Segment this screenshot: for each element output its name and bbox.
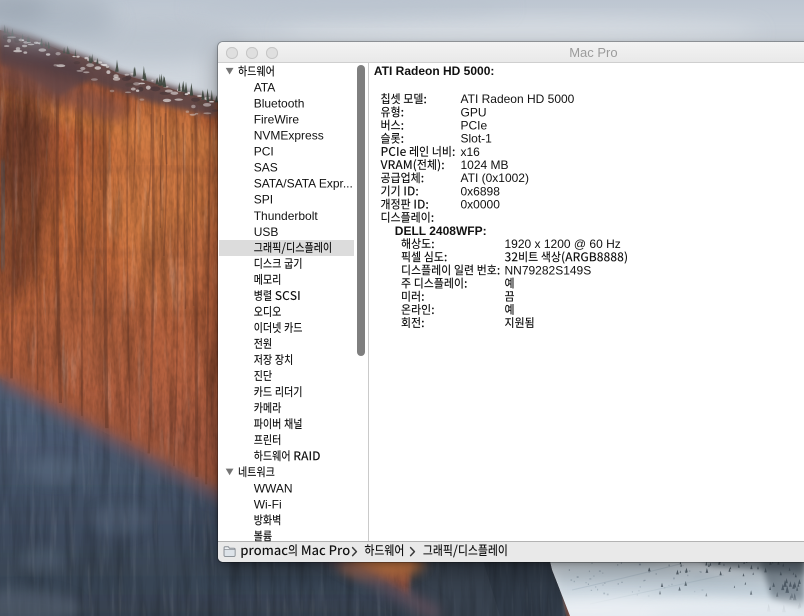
svg-text:GPU: GPU: [461, 105, 487, 119]
svg-text:DELL 2408WFP:: DELL 2408WFP:: [395, 224, 487, 238]
svg-text:0x6898: 0x6898: [461, 184, 501, 198]
svg-text:PCI: PCI: [254, 145, 274, 159]
svg-text:Slot-1: Slot-1: [461, 132, 493, 146]
svg-text:Bluetooth: Bluetooth: [254, 97, 305, 111]
svg-text:ATI Radeon HD 5000:: ATI Radeon HD 5000:: [374, 64, 494, 78]
svg-text:0x0000: 0x0000: [461, 198, 501, 212]
svg-text:WWAN: WWAN: [254, 481, 293, 495]
svg-text:USB: USB: [254, 225, 279, 239]
svg-text:Mac Pro: Mac Pro: [569, 45, 617, 60]
svg-text:Wi-Fi: Wi-Fi: [254, 497, 282, 511]
svg-text:1920 x 1200 @ 60 Hz: 1920 x 1200 @ 60 Hz: [505, 237, 621, 251]
svg-text:NN79282S149S: NN79282S149S: [505, 263, 592, 277]
svg-text:SPI: SPI: [254, 193, 273, 207]
svg-text:x16: x16: [461, 145, 481, 159]
svg-text:SATA/SATA Expr...: SATA/SATA Expr...: [254, 177, 353, 191]
svg-text:ATI (0x1002): ATI (0x1002): [461, 171, 529, 185]
svg-text:PCIe: PCIe: [461, 119, 488, 133]
svg-text:FireWire: FireWire: [254, 113, 300, 127]
svg-text:ATA: ATA: [254, 81, 276, 95]
svg-text:NVMExpress: NVMExpress: [254, 129, 324, 143]
svg-text:ATI Radeon HD 5000: ATI Radeon HD 5000: [461, 92, 575, 106]
svg-text:SAS: SAS: [254, 161, 278, 175]
svg-text:Thunderbolt: Thunderbolt: [254, 209, 319, 223]
svg-text:1024 MB: 1024 MB: [461, 158, 509, 172]
